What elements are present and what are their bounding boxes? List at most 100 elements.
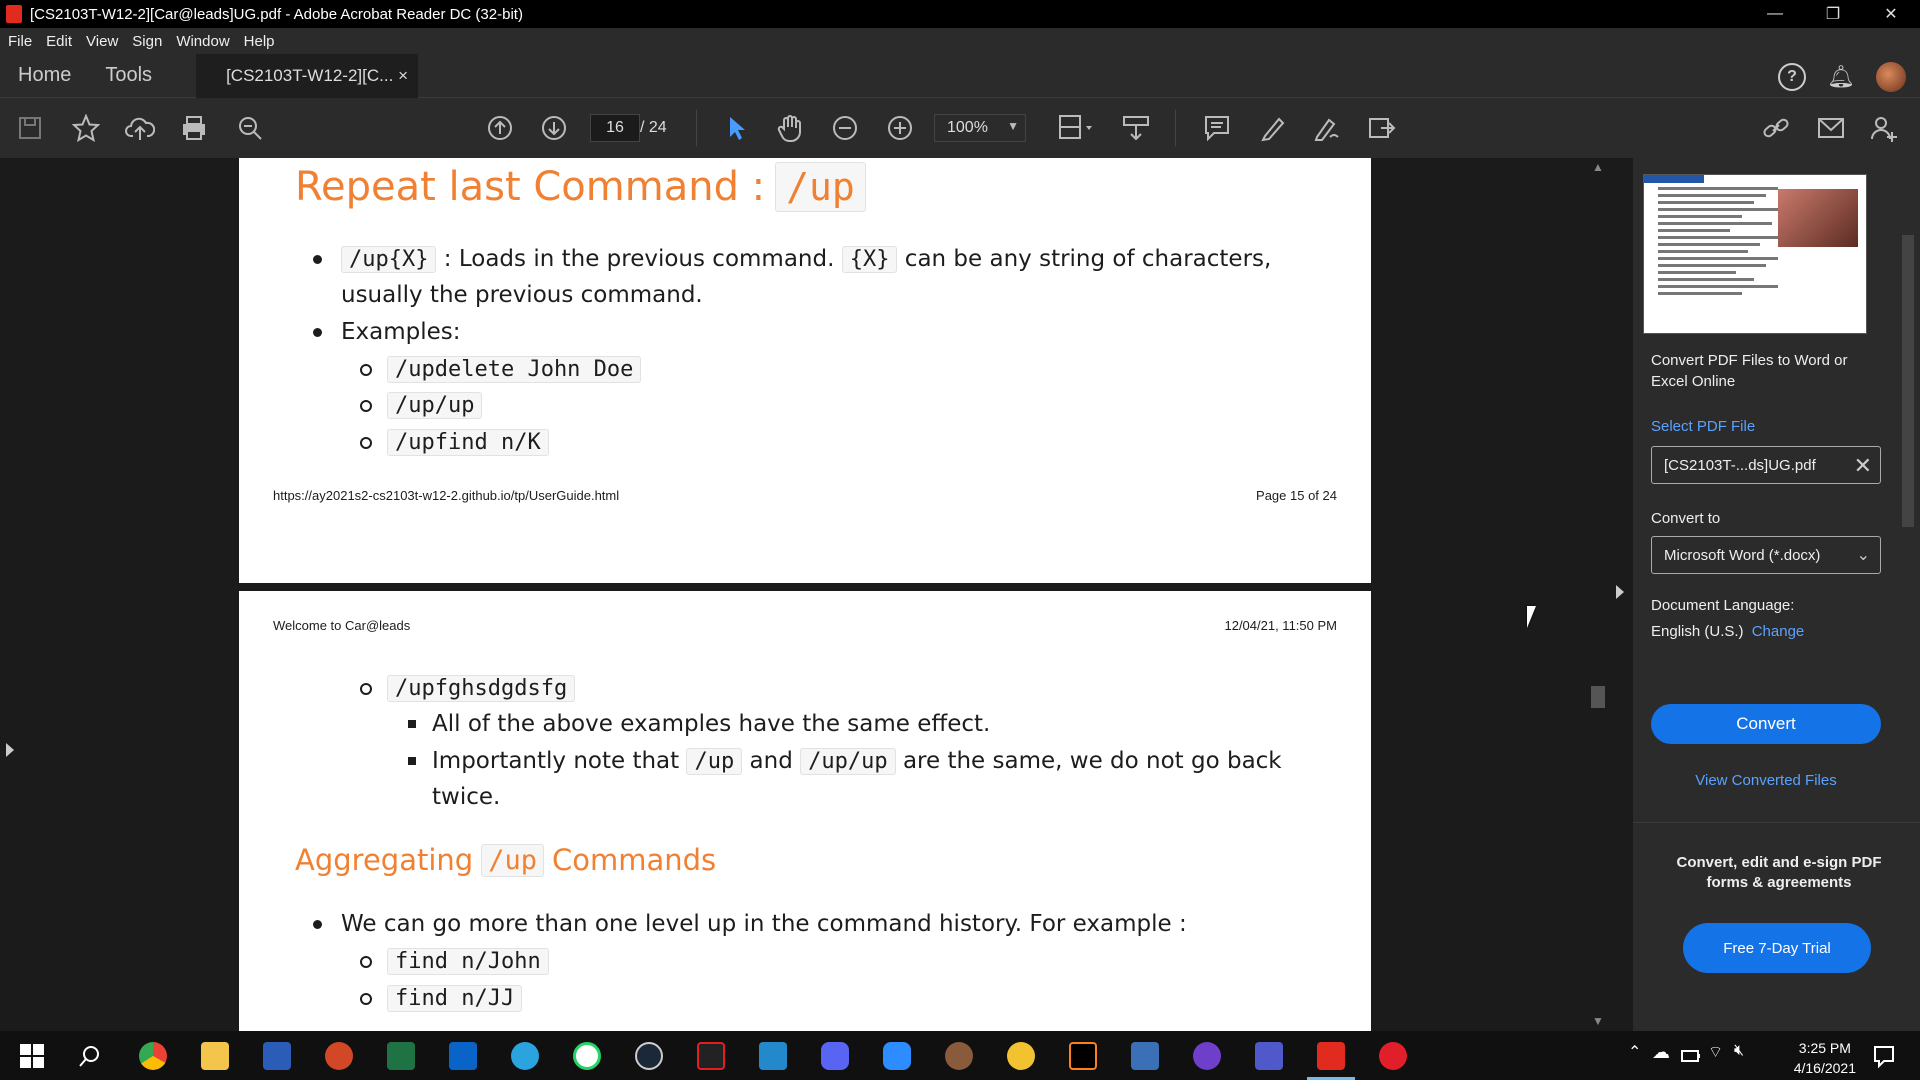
inline-code: /upfghsdgdsfg [387,675,576,702]
game-launcher-icon[interactable] [945,1042,973,1070]
windows-start-icon[interactable] [18,1042,46,1070]
excel-icon[interactable] [387,1042,415,1070]
email-icon[interactable] [1815,112,1847,144]
tab-close-icon[interactable]: × [398,66,408,86]
previous-page-icon[interactable] [484,112,516,144]
upload-cloud-icon[interactable] [124,112,156,144]
collapse-right-pane-icon[interactable] [1616,585,1624,599]
car-app-icon[interactable] [1379,1042,1407,1070]
selected-pdf-file-field[interactable]: [CS2103T-...ds]UG.pdf ✕ [1651,446,1881,484]
telegram-icon[interactable] [511,1042,539,1070]
page-display-icon[interactable] [1054,112,1098,144]
file-explorer-icon[interactable] [201,1042,229,1070]
inline-code: /upfind n/K [387,429,549,456]
security-app-icon[interactable] [1007,1042,1035,1070]
convert-button[interactable]: Convert [1651,704,1881,744]
list-item: We can go more than one level up in the … [313,907,1187,941]
gaming-app-icon[interactable] [697,1042,725,1070]
taskbar-clock[interactable]: 3:25 PM 4/16/2021 [1794,1038,1856,1078]
vscode-icon[interactable] [759,1042,787,1070]
close-window-button[interactable]: ✕ [1862,0,1920,28]
discord-icon[interactable] [821,1042,849,1070]
search-icon[interactable] [76,1042,104,1070]
list-item-continuation: usually the previous command. [341,282,703,308]
notification-center-icon[interactable] [1870,1042,1898,1070]
scrollbar-thumb[interactable] [1591,686,1605,708]
next-page-icon[interactable] [538,112,570,144]
bookmark-star-icon[interactable] [70,112,102,144]
whatsapp-icon[interactable] [573,1042,601,1070]
scroll-up-icon[interactable]: ▲ [1592,160,1604,174]
news-app-icon[interactable] [1131,1042,1159,1070]
menu-window[interactable]: Window [176,33,229,50]
tab-home[interactable]: Home [18,64,71,87]
steam-icon[interactable] [635,1042,663,1070]
wifi-icon[interactable]: ⌔ [1708,1042,1730,1070]
scroll-mode-icon[interactable] [1120,112,1152,144]
example-item: /updelete John Doe [359,352,642,387]
document-scrollbar[interactable]: ▲ ▼ [1587,158,1609,1031]
chrome-icon[interactable] [139,1042,167,1070]
account-icons: ? 🔔︎ [1778,62,1906,92]
battery-icon[interactable] [1680,1042,1702,1070]
powerpoint-icon[interactable] [325,1042,353,1070]
github-desktop-icon[interactable] [1193,1042,1221,1070]
sign-pen-icon[interactable] [1311,112,1343,144]
minimize-button[interactable]: — [1746,0,1804,28]
menu-file[interactable]: File [8,33,32,50]
outlook-icon[interactable] [449,1042,477,1070]
help-icon[interactable]: ? [1778,63,1806,91]
zoom-icon[interactable] [883,1042,911,1070]
add-user-icon[interactable] [1869,112,1901,144]
right-pane-scrollbar[interactable] [1898,235,1918,835]
right-pane-scrollbar-thumb[interactable] [1902,235,1914,527]
share-send-icon[interactable] [1366,112,1398,144]
link-icon[interactable] [1760,112,1792,144]
menu-help[interactable]: Help [244,33,275,50]
inline-code: /updelete John Doe [387,356,642,383]
scroll-down-icon[interactable]: ▼ [1592,1014,1604,1028]
menu-view[interactable]: View [86,33,118,50]
comment-icon[interactable] [1201,112,1233,144]
convert-to-dropdown[interactable]: Microsoft Word (*.docx) ⌄ [1651,536,1881,574]
page-number-input[interactable]: 16 [590,114,640,142]
thumbnail-header-band [1644,175,1704,183]
tab-document[interactable]: [CS2103T-W12-2][C... × [196,53,419,98]
change-language-link[interactable]: Change [1752,623,1805,640]
avatar[interactable] [1876,62,1906,92]
convert-promo-title: Convert PDF Files to Word or Excel Onlin… [1651,352,1848,390]
document-viewport[interactable]: Repeat last Command : /up /up{X} : Loads… [0,158,1630,1031]
inline-code: /up/up [387,392,483,419]
find-search-icon[interactable] [234,112,266,144]
toolbar-divider [696,110,697,146]
pdf-page-16: Welcome to Car@leads 12/04/21, 11:50 PM … [239,591,1371,1031]
highlight-pen-icon[interactable] [1257,112,1289,144]
clock-date: 4/16/2021 [1793,1060,1856,1076]
intellij-icon[interactable] [1069,1042,1097,1070]
zoom-out-icon[interactable] [829,112,861,144]
expand-left-pane-icon[interactable] [6,743,14,757]
restore-button[interactable]: ❐ [1804,0,1862,28]
notification-bell-icon[interactable]: 🔔︎ [1827,64,1855,90]
print-icon[interactable] [178,112,210,144]
clear-file-icon[interactable]: ✕ [1854,453,1872,479]
free-trial-button[interactable]: Free 7-Day Trial [1683,923,1871,973]
inline-code: /up [686,748,743,775]
tray-overflow-chevron-icon[interactable]: ⌃ [1628,1042,1648,1070]
zoom-level-dropdown[interactable]: 100% ▼ [934,114,1026,142]
acrobat-taskbar-icon[interactable] [1317,1042,1345,1070]
thumbnail-photo [1778,189,1858,247]
menu-edit[interactable]: Edit [46,33,72,50]
convert-to-value: Microsoft Word (*.docx) [1664,546,1821,564]
word-icon[interactable] [263,1042,291,1070]
volume-muted-icon[interactable]: 🔇︎ [1734,1042,1756,1070]
hand-tool-icon[interactable] [774,112,806,144]
save-icon[interactable] [14,112,46,144]
view-converted-files-link[interactable]: View Converted Files [1633,772,1899,789]
select-cursor-icon[interactable] [720,112,752,144]
menu-sign[interactable]: Sign [132,33,162,50]
tab-tools[interactable]: Tools [105,64,152,87]
onedrive-cloud-icon[interactable]: ☁ [1652,1042,1674,1070]
teams-icon[interactable] [1255,1042,1283,1070]
zoom-in-icon[interactable] [884,112,916,144]
